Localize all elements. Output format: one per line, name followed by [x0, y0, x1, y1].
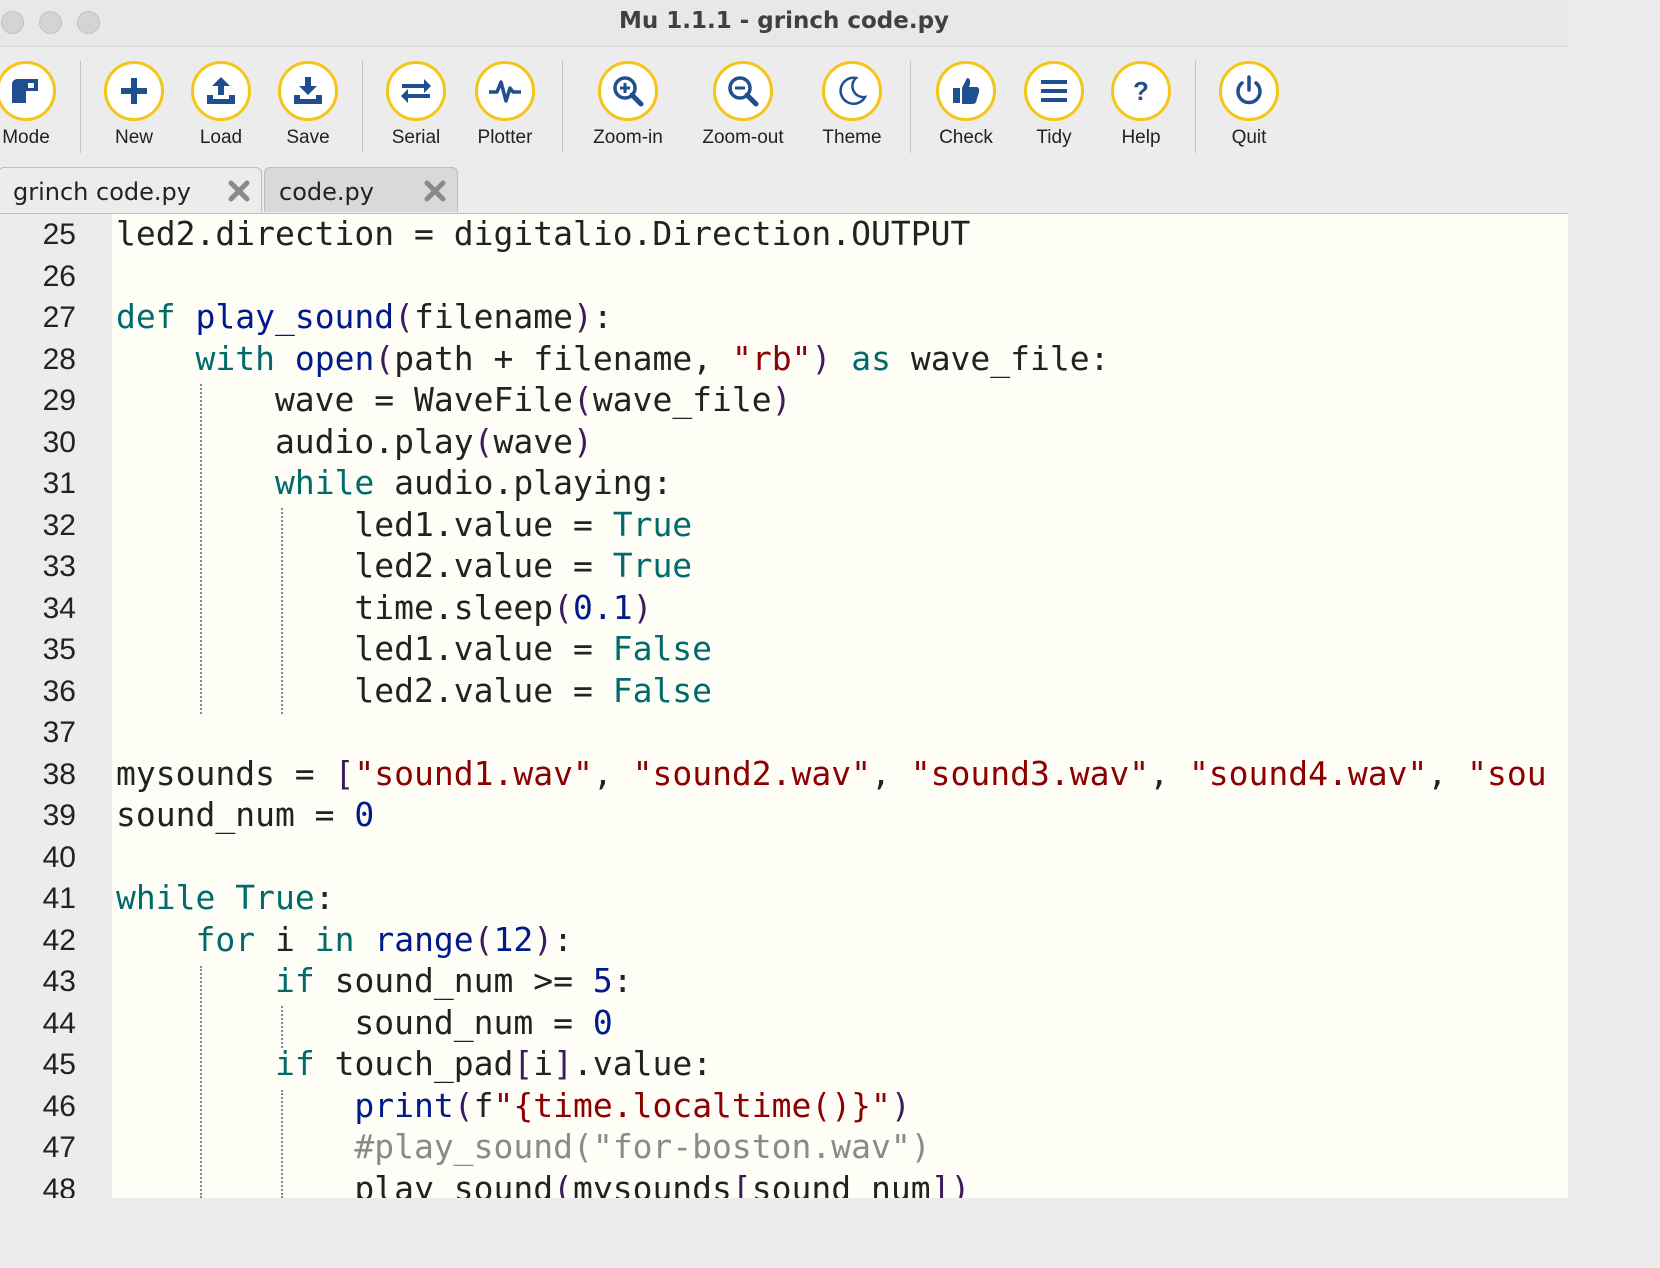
theme-label: Theme — [822, 127, 882, 148]
line-number: 26 — [42, 259, 76, 293]
code-line[interactable]: sound_num = 0 — [116, 795, 374, 834]
line-number: 42 — [42, 923, 76, 957]
toolbar-separator — [562, 61, 563, 153]
indent-guide — [200, 384, 202, 714]
line-number: 37 — [42, 716, 76, 749]
line-number: 31 — [42, 467, 76, 500]
title-bar: Mu 1.1.1 - grinch code.py — [0, 0, 1568, 47]
help-button[interactable]: ? Help — [1081, 61, 1201, 149]
line-number: 25 — [42, 218, 76, 251]
code-line[interactable]: led1.value = False — [116, 629, 712, 668]
code-line[interactable]: led1.value = True — [116, 505, 692, 544]
plotter-label: Plotter — [477, 127, 533, 148]
lines-icon — [1024, 61, 1084, 121]
code-editor[interactable]: 25 26 27 28 29 30 31 32 33 34 35 36 37 38 39 40 41 42 43 44… — [0, 214, 1568, 1198]
close-tab-icon[interactable] — [423, 179, 447, 203]
zoom-out-label: Zoom-out — [702, 127, 784, 148]
save-button[interactable]: Save — [248, 61, 368, 149]
download-icon — [278, 61, 338, 121]
toolbar: Mode New Load Save Serial Plotter Zoom-i… — [0, 47, 1568, 165]
code-line[interactable]: led2.value = False — [116, 671, 712, 710]
code-line[interactable]: audio.play(wave) — [116, 422, 593, 461]
line-number: 38 — [42, 757, 76, 791]
line-number: 43 — [42, 965, 76, 998]
code-line[interactable]: if sound_num >= 5: — [116, 961, 633, 1000]
indent-guide — [281, 1006, 283, 1048]
plotter-button[interactable]: Plotter — [445, 61, 565, 149]
tab-label: code.py — [279, 178, 374, 206]
svg-text:?: ? — [1133, 76, 1149, 106]
theme-button[interactable]: Theme — [792, 61, 912, 149]
moon-icon — [822, 61, 882, 121]
close-tab-icon[interactable] — [227, 179, 251, 203]
zoom-out-icon — [713, 61, 773, 121]
window-title: Mu 1.1.1 - grinch code.py — [618, 8, 950, 34]
line-number: 29 — [42, 384, 76, 417]
line-number: 28 — [42, 342, 76, 376]
quit-label: Quit — [1231, 127, 1267, 148]
save-label: Save — [286, 127, 330, 148]
tab-grinch-code[interactable]: grinch code.py — [0, 167, 262, 212]
line-number: 45 — [42, 1048, 76, 1081]
code-line[interactable]: #play_sound("for-boston.wav") — [116, 1127, 930, 1166]
code-line[interactable]: print(f"{time.localtime()}") — [116, 1086, 910, 1125]
line-number: 44 — [42, 1006, 76, 1040]
code-line[interactable]: with open(path + filename, "rb") as wave… — [116, 339, 1109, 378]
code-line[interactable]: led2.value = True — [116, 546, 692, 585]
pulse-icon — [475, 61, 535, 121]
code-line[interactable]: def play_sound(filename): — [116, 297, 613, 336]
line-number: 32 — [42, 508, 76, 542]
code-line[interactable]: play_sound(mysounds[sound_num]) — [116, 1169, 970, 1199]
code-line[interactable]: led2.direction = digitalio.Direction.OUT… — [116, 214, 970, 253]
line-number: 34 — [42, 591, 76, 625]
swap-arrows-icon — [386, 61, 446, 121]
tab-code[interactable]: code.py — [264, 167, 458, 212]
power-icon — [1219, 61, 1279, 121]
line-number: 33 — [42, 550, 76, 583]
mode-icon — [0, 61, 56, 121]
indent-guide — [281, 508, 283, 714]
question-mark-icon: ? — [1111, 61, 1171, 121]
line-number: 46 — [42, 1089, 76, 1123]
code-line[interactable]: for i in range(12): — [116, 920, 573, 959]
code-line[interactable]: sound_num = 0 — [116, 1003, 612, 1042]
upload-icon — [191, 61, 251, 121]
indent-guide — [200, 966, 202, 1198]
line-number: 47 — [42, 1131, 76, 1164]
plus-icon — [104, 61, 164, 121]
code-line[interactable]: if touch_pad[i].value: — [116, 1044, 712, 1083]
indent-guide — [281, 1090, 283, 1198]
line-number: 27 — [42, 301, 76, 334]
code-line[interactable]: wave = WaveFile(wave_file) — [116, 380, 792, 419]
line-number: 39 — [42, 799, 76, 832]
code-line[interactable]: while True: — [116, 878, 335, 917]
line-number-gutter: 25 26 27 28 29 30 31 32 33 34 35 36 37 38 39 40 41 42 43 44… — [0, 214, 112, 1198]
tab-bar: grinch code.py code.py — [0, 165, 1568, 214]
line-number: 41 — [42, 882, 76, 915]
zoom-in-label: Zoom-in — [593, 127, 663, 148]
line-number: 30 — [42, 425, 76, 459]
code-line[interactable]: time.sleep(0.1) — [116, 588, 652, 627]
quit-button[interactable]: Quit — [1189, 61, 1309, 149]
help-label: Help — [1121, 127, 1161, 148]
tab-label: grinch code.py — [13, 178, 191, 206]
zoom-in-button[interactable]: Zoom-in — [568, 61, 688, 149]
zoom-out-button[interactable]: Zoom-out — [683, 61, 803, 149]
line-number: 40 — [42, 840, 76, 874]
thumbs-up-icon — [936, 61, 996, 121]
zoom-in-icon — [598, 61, 658, 121]
line-number: 36 — [42, 674, 76, 708]
code-line[interactable]: mysounds = ["sound1.wav", "sound2.wav", … — [116, 754, 1547, 793]
line-number: 35 — [42, 633, 76, 666]
line-number: 48 — [42, 1172, 76, 1199]
